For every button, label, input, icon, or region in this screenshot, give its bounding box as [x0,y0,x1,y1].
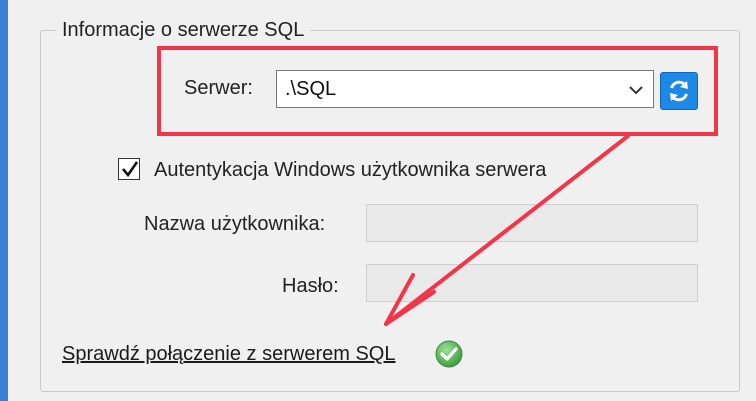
password-label: Hasło: [282,275,339,297]
windows-auth-label[interactable]: Autentykacja Windows użytkownika serwera [154,158,546,182]
window-accent-bar [0,0,8,401]
groupbox-title: Informacje o serwerze SQL [56,18,311,42]
checkmark-icon [122,161,139,178]
username-label: Nazwa użytkownika: [144,213,326,235]
check-circle-icon [434,339,464,369]
password-field[interactable] [366,264,698,302]
windows-auth-checkbox[interactable] [118,158,140,180]
username-field[interactable] [366,204,698,242]
sql-server-settings-panel: Informacje o serwerze SQL Serwer: .\SQL … [0,0,756,401]
test-connection-link[interactable]: Sprawdź połączenie z serwerem SQL [62,342,395,366]
annotation-highlight-box [157,46,718,136]
